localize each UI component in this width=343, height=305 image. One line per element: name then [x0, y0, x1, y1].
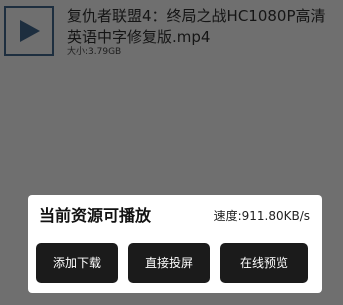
cast-button[interactable]: 直接投屏	[128, 243, 210, 283]
download-speed: 速度:911.80KB/s	[214, 208, 310, 224]
file-size-label: 大小:	[67, 47, 89, 57]
file-item[interactable]: 复仇者联盟4：终局之战HC1080P高清英语中字修复版.mp4 大小:3.79G…	[0, 0, 343, 66]
add-download-button[interactable]: 添加下载	[36, 243, 118, 283]
online-preview-button[interactable]: 在线预览	[220, 243, 308, 283]
file-size-value: 3.79GB	[88, 47, 122, 57]
video-thumbnail[interactable]	[4, 6, 54, 56]
speed-value: 911.80KB/s	[241, 209, 310, 223]
file-name: 复仇者联盟4：终局之战HC1080P高清英语中字修复版.mp4	[67, 7, 326, 46]
speed-label: 速度:	[213, 209, 242, 223]
file-size: 大小:3.79GB	[67, 47, 121, 58]
play-icon	[20, 20, 40, 42]
playback-dialog: 当前资源可播放 速度:911.80KB/s 添加下载 直接投屏 在线预览	[28, 195, 322, 293]
dialog-title: 当前资源可播放	[39, 206, 152, 225]
